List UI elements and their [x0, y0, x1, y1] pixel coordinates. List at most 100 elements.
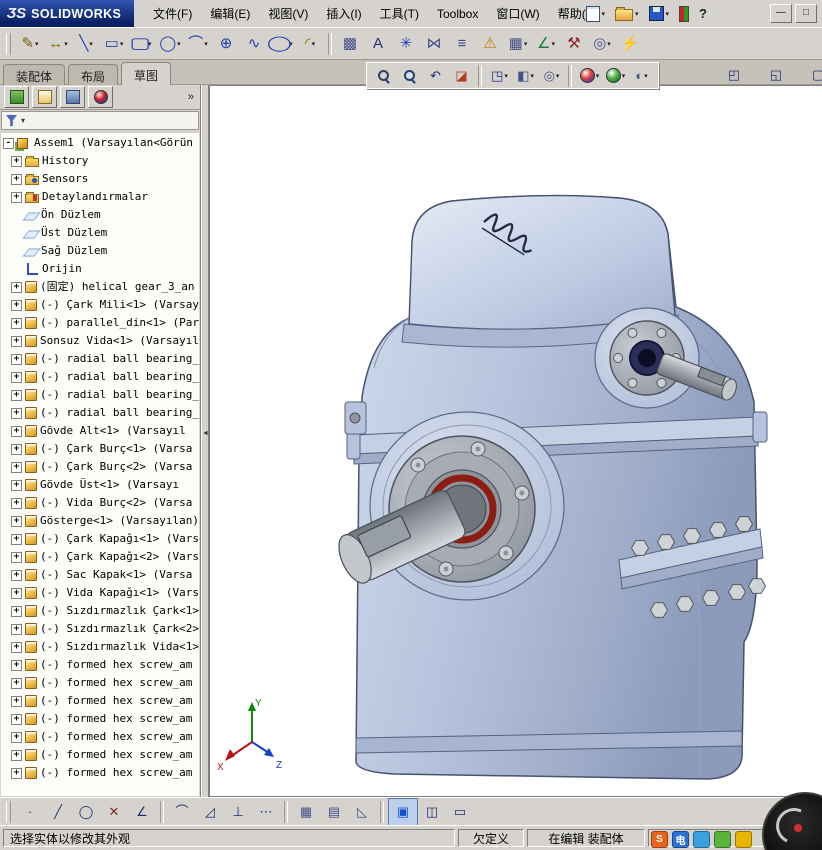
tree-expand-box[interactable] — [11, 246, 22, 257]
tree-item[interactable]: + Detaylandırmalar — [1, 188, 199, 206]
tree-item[interactable]: + (-) formed hex screw_am — [1, 746, 199, 764]
tree-item[interactable]: + (-) Sızdırmazlık Vida<1> — [1, 638, 199, 656]
tree-item[interactable]: Sağ Düzlem — [1, 242, 199, 260]
tree-expand-box[interactable]: + — [11, 353, 22, 365]
tree-expand-box[interactable]: + — [11, 677, 22, 689]
pane-split-top-button[interactable]: ▢ — [804, 62, 822, 88]
previous-view-tool[interactable]: ↶ ▾ — [423, 65, 448, 87]
view-two-button[interactable]: ◫ — [418, 799, 446, 825]
tree-expand-box[interactable]: - — [3, 137, 14, 149]
rapid-sketch-tool[interactable]: ⚡ ▾ — [616, 31, 644, 57]
tray-icon-green[interactable] — [714, 831, 731, 848]
tab-displaymanager[interactable] — [88, 86, 113, 108]
tree-expand-box[interactable]: + — [11, 767, 22, 779]
menu-tools[interactable]: 工具(T) — [371, 0, 428, 27]
tree-item[interactable]: + (-) Çark Mili<1> (Varsay — [1, 296, 199, 314]
tree-expand-box[interactable]: + — [11, 191, 22, 203]
delete-tool[interactable]: ✕ — [100, 799, 128, 825]
tray-sogou-icon[interactable]: S — [651, 831, 668, 848]
sketch-circle-tool[interactable]: ◯ — [72, 799, 100, 825]
tree-expand-box[interactable]: + — [11, 407, 22, 419]
menu-view[interactable]: 视图(V) — [259, 0, 317, 27]
tree-expand-box[interactable]: + — [11, 569, 22, 581]
construction-geometry-tool[interactable]: ⋯ — [252, 799, 280, 825]
panel-splitter[interactable]: ◄ — [201, 85, 209, 797]
slot-tool[interactable]: ▢ ▾ — [128, 31, 156, 57]
sketch-tool[interactable]: ✎ ▾ — [16, 31, 44, 57]
perpendicular-tool[interactable]: ⊥ — [224, 799, 252, 825]
tree-item[interactable]: Orijin — [1, 260, 199, 278]
smart-dimension-tool[interactable]: ↔ ▾ — [44, 31, 72, 57]
tree-item[interactable]: + (-) formed hex screw_am — [1, 674, 199, 692]
tree-item[interactable]: + (-) formed hex screw_am — [1, 656, 199, 674]
tree-expand-box[interactable]: + — [11, 281, 22, 293]
minimize-button[interactable]: — — [770, 4, 792, 23]
tree-expand-box[interactable]: + — [11, 551, 22, 563]
display-style-tool[interactable]: ◧ ▾ — [513, 65, 538, 87]
tree-expand-box[interactable]: + — [11, 731, 22, 743]
tree-expand-box[interactable]: + — [11, 389, 22, 401]
tree-item[interactable]: + (-) radial ball bearing_ — [1, 404, 199, 422]
tree-expand-box[interactable]: + — [11, 335, 22, 347]
view-horizontal-button[interactable]: ▭ — [446, 799, 474, 825]
menu-edit[interactable]: 编辑(E) — [201, 0, 259, 27]
circle-tool[interactable]: ◯ ▾ — [156, 31, 184, 57]
tree-expand-box[interactable]: + — [11, 479, 22, 491]
view-orientation-tool[interactable]: ◳ ▾ — [487, 65, 512, 87]
menu-window[interactable]: 窗口(W) — [487, 0, 548, 27]
toolbar-grip[interactable] — [6, 32, 11, 55]
tree-expand-box[interactable]: + — [11, 425, 22, 437]
tree-item[interactable]: + (-) Çark Kapağı<2> (Vars — [1, 548, 199, 566]
zoom-to-fit-tool[interactable]: ▾ — [371, 65, 396, 87]
tray-icon-blue[interactable] — [693, 831, 710, 848]
model-worm-gear-reducer[interactable]: Y X Z — [210, 86, 822, 797]
tree-expand-box[interactable]: + — [11, 371, 22, 383]
tree-item[interactable]: + (-) parallel_din<1> (Par — [1, 314, 199, 332]
tab-featuremanager[interactable] — [4, 86, 29, 108]
repair-sketch-tool[interactable]: ⚒ ▾ — [560, 31, 588, 57]
tangent-arc-tool[interactable]: ◿ — [196, 799, 224, 825]
tree-item[interactable]: + (-) Sızdırmazlık Çark<2> — [1, 620, 199, 638]
tree-item[interactable]: - Assem1 (Varsayılan<Görün — [1, 134, 199, 152]
tree-item[interactable]: + (-) radial ball bearing_ — [1, 368, 199, 386]
hatch-tool[interactable]: ▤ — [320, 799, 348, 825]
grid-tool[interactable]: ▦ — [292, 799, 320, 825]
tree-expand-box[interactable]: + — [11, 155, 22, 167]
tree-expand-box[interactable]: + — [11, 317, 22, 329]
tree-item[interactable]: + (-) Çark Kapağı<1> (Vars — [1, 530, 199, 548]
view-single-button[interactable]: ▣ — [388, 797, 418, 826]
tray-icon-yellow[interactable] — [735, 831, 752, 848]
offset-entities-tool[interactable]: ≡ ▾ — [448, 31, 476, 57]
tab-propertymanager[interactable] — [32, 86, 57, 108]
view-settings-tool[interactable]: ◐ ▾ — [629, 65, 654, 87]
tree-item[interactable]: + (-) Çark Burç<1> (Varsa — [1, 440, 199, 458]
perimeter-circle-tool[interactable]: ⊕ ▾ — [212, 31, 240, 57]
tree-expand-box[interactable]: + — [11, 605, 22, 617]
sketch-warning-indicator[interactable]: ⚠ ▾ — [476, 31, 504, 57]
new-document-button[interactable]: ▾ — [583, 4, 609, 24]
edit-appearance-tool[interactable]: ▾ — [577, 65, 602, 87]
tree-expand-box[interactable]: + — [11, 695, 22, 707]
linear-pattern-tool[interactable]: ▦ ▾ — [504, 31, 532, 57]
sketch-fillet-tool[interactable]: ◜ ▾ — [296, 31, 324, 57]
toolbox-indicator[interactable]: ▾ — [676, 4, 692, 24]
toolbar-grip[interactable] — [6, 800, 11, 823]
save-button[interactable]: ▾ — [646, 4, 673, 23]
relations-tool[interactable]: ∠ ▾ — [532, 31, 560, 57]
tree-item[interactable]: Ön Düzlem — [1, 206, 199, 224]
pane-single-button[interactable]: ◰ — [720, 62, 748, 88]
tree-item[interactable]: + History — [1, 152, 199, 170]
tree-item[interactable]: + (-) Vida Burç<2> (Varsa — [1, 494, 199, 512]
open-button[interactable]: ▾ — [612, 4, 642, 23]
point-tool[interactable]: ✳ ▾ — [392, 31, 420, 57]
tree-expand-box[interactable]: + — [11, 443, 22, 455]
tree-expand-box[interactable]: + — [11, 497, 22, 509]
arc-tool[interactable]: ⌒ ▾ — [184, 31, 212, 57]
mesh-tool[interactable]: ◺ — [348, 799, 376, 825]
section-view-tool[interactable]: ◪ ▾ — [449, 65, 474, 87]
tree-item[interactable]: + (-) Sızdırmazlık Çark<1> — [1, 602, 199, 620]
tree-expand-box[interactable]: + — [11, 533, 22, 545]
menu-insert[interactable]: 插入(I) — [317, 0, 370, 27]
sketch-point-tool[interactable]: · — [16, 799, 44, 825]
tree-item[interactable]: + Gösterge<1> (Varsayılan) — [1, 512, 199, 530]
